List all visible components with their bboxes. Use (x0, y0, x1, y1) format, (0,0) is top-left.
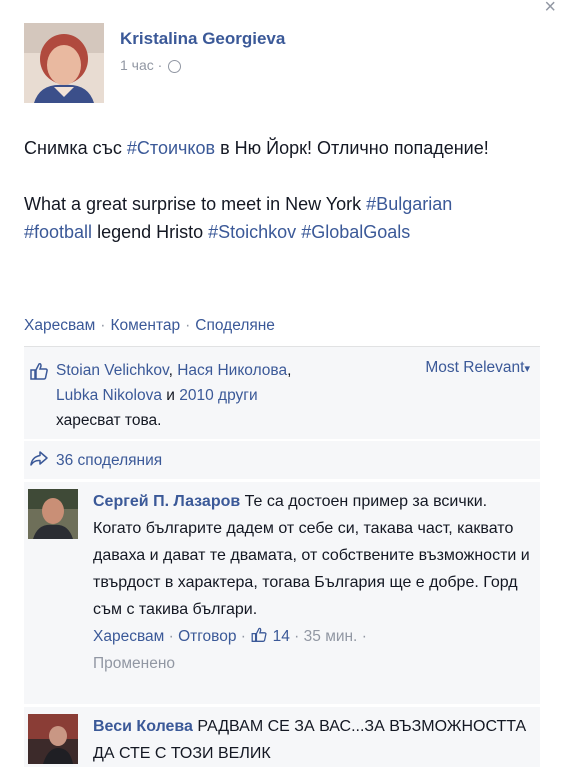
chevron-down-icon: ▾ (524, 363, 530, 375)
commenter-avatar[interactable] (28, 714, 78, 764)
likers-others-link[interactable]: 2010 други (179, 387, 257, 404)
post-paragraph-en: What a great surprise to meet in New Yor… (24, 190, 536, 246)
comment-edited-label[interactable]: Променено (93, 655, 175, 672)
comment-separator: · (240, 628, 246, 645)
hashtag-globalgoals[interactable]: #GlobalGoals (301, 222, 410, 242)
post-paragraph-bg: Снимка със #Стоичков в Ню Йорк! Отлично … (24, 134, 536, 162)
globe-icon[interactable] (168, 59, 182, 73)
text-bg-prefix: Снимка със (24, 138, 127, 158)
post-meta: 1 час · (120, 57, 182, 73)
comment-body: Веси Колева РАДВАМ СЕ ЗА ВАС...ЗА ВЪЗМОЖ… (93, 713, 533, 767)
comment-separator: · (361, 628, 367, 645)
comment-actions: Харесвам · Отговор · 14 · 35 мин. · (93, 627, 367, 645)
post-header: Kristalina Georgieva 1 час · (24, 23, 544, 103)
comment-time[interactable]: 35 мин. (304, 628, 358, 645)
like-link[interactable]: Харесвам (24, 317, 95, 334)
author-avatar[interactable] (24, 23, 104, 103)
comment-reply-link[interactable]: Отговор (178, 628, 236, 645)
liker-name[interactable]: Нася Николова (177, 362, 287, 379)
comment-item: Сергей П. Лазаров Те са достоен пример з… (24, 482, 540, 704)
likers-list: Stoian Velichkov, Нася Николова, Lubka Ni… (56, 358, 376, 433)
commenter-name[interactable]: Веси Колева (93, 718, 193, 735)
share-link[interactable]: Споделяне (195, 317, 275, 334)
comment-like-count[interactable]: 14 (273, 628, 290, 645)
hashtag-stoichkov-bg[interactable]: #Стоичков (127, 138, 215, 158)
likes-summary: Stoian Velichkov, Нася Николова, Lubka Ni… (24, 346, 540, 439)
action-separator: · (185, 317, 191, 334)
likers-suffix: харесват това. (56, 412, 162, 429)
hashtag-football[interactable]: #football (24, 222, 92, 242)
most-relevant-dropdown[interactable]: Most Relevant▾ (425, 359, 530, 377)
comment-link[interactable]: Коментар (110, 317, 180, 334)
liker-name[interactable]: Lubka Nikolova (56, 387, 162, 404)
close-icon[interactable]: × (544, 0, 556, 19)
comment-item: Веси Колева РАДВАМ СЕ ЗА ВАС...ЗА ВЪЗМОЖ… (24, 707, 540, 767)
post-actions: Харесвам · Коментар · Споделяне (24, 317, 275, 335)
liker-comma: , (168, 362, 178, 379)
comment-body: Сергей П. Лазаров Те са достоен пример з… (93, 488, 533, 677)
most-relevant-label: Most Relevant (425, 359, 525, 376)
post-author-name[interactable]: Kristalina Georgieva (120, 29, 285, 49)
comment-separator: · (294, 628, 300, 645)
comment-like-link[interactable]: Харесвам (93, 628, 164, 645)
comment-text: Те са достоен пример за всички. Когато б… (93, 493, 530, 618)
commenter-avatar[interactable] (28, 489, 78, 539)
comment-thumbs-up-icon[interactable] (250, 627, 268, 645)
liker-name[interactable]: Stoian Velichkov (56, 362, 169, 379)
hashtag-stoichkov[interactable]: #Stoichkov (208, 222, 296, 242)
commenter-name[interactable]: Сергей П. Лазаров (93, 493, 240, 510)
liker-comma: , (287, 362, 292, 379)
action-separator: · (100, 317, 106, 334)
text-en-mid: legend Hristo (92, 222, 209, 242)
shares-row[interactable]: 36 споделяния (24, 441, 540, 479)
likers-and: и (161, 387, 180, 404)
thumbs-up-icon (29, 361, 49, 386)
meta-separator: · (157, 57, 163, 73)
text-en-prefix: What a great surprise to meet in New Yor… (24, 194, 367, 214)
post-text: Снимка със #Стоичков в Ню Йорк! Отлично … (24, 134, 536, 274)
hashtag-bulgarian[interactable]: #Bulgarian (366, 194, 452, 214)
text-bg-suffix: в Ню Йорк! Отлично попадение! (215, 138, 489, 158)
share-arrow-icon (29, 450, 49, 473)
comment-separator: · (168, 628, 174, 645)
shares-count[interactable]: 36 споделяния (56, 452, 162, 470)
post-time[interactable]: 1 час (120, 57, 154, 73)
